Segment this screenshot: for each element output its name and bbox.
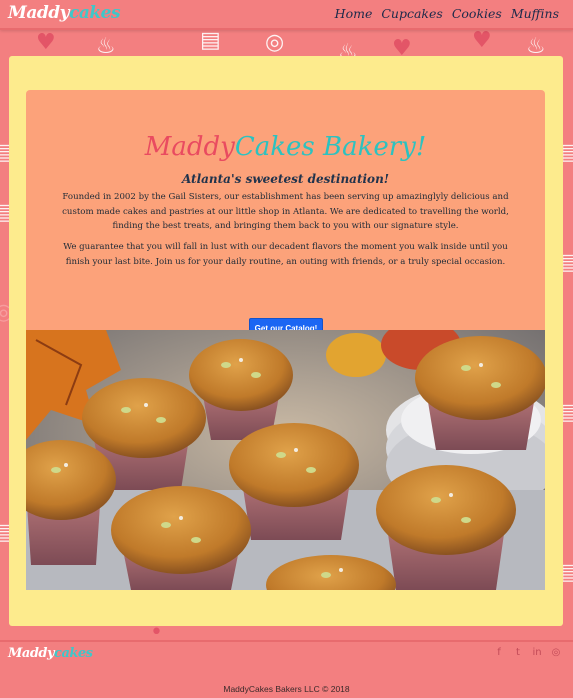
muffins-photo [26,330,545,590]
main-card: MaddyCakes Bakery! Atlanta's sweetest de… [9,56,563,626]
hero-paragraph-1: Founded in 2002 by the Gail Sisters, our… [62,192,509,231]
nav-link-cookies[interactable]: Cookies [452,6,502,21]
brand-logo[interactable]: Maddycakes [8,3,121,23]
instagram-icon[interactable]: ◎ [551,647,561,658]
linkedin-icon[interactable]: in [532,647,542,658]
brand-logo-part1: Maddy [8,3,69,23]
social-links: f t in ◎ [494,647,561,658]
nav-link-cupcakes[interactable]: Cupcakes [381,6,442,21]
footer-brand-logo[interactable]: Maddycakes [8,646,93,661]
footer-brand-part1: Maddy [8,646,55,661]
hero-title-part2: Cakes Bakery! [234,132,427,162]
hero-title-part1: Maddy [144,132,235,162]
hero-title: MaddyCakes Bakery! [26,132,545,162]
hero-paragraph-2: We guarantee that you will fall in lust … [63,242,508,267]
nav-links: Home Cupcakes Cookies Muffins [335,6,559,21]
donut-icon: ◎ [265,30,285,55]
heart-icon: ♥ [36,30,56,55]
heart-icon: ♥ [472,28,492,53]
muffins-photo-illustration [26,330,545,590]
copyright-text: MaddyCakes Bakers LLC © 2018 [223,684,350,694]
brand-logo-part2: cakes [68,3,121,23]
nav-link-home[interactable]: Home [335,6,373,21]
facebook-icon[interactable]: f [494,647,504,658]
nav-link-muffins[interactable]: Muffins [511,6,559,21]
jumbotron: MaddyCakes Bakery! Atlanta's sweetest de… [26,90,545,339]
twitter-icon[interactable]: t [513,647,523,658]
cake-icon: ▤ [200,28,221,53]
footer: Maddycakes f t in ◎ MaddyCakes Bakers LL… [0,640,573,698]
footer-brand-part2: cakes [54,646,93,661]
navbar: Maddycakes Home Cupcakes Cookies Muffins [0,0,573,30]
hero-subtitle: Atlanta's sweetest destination! [181,172,390,186]
